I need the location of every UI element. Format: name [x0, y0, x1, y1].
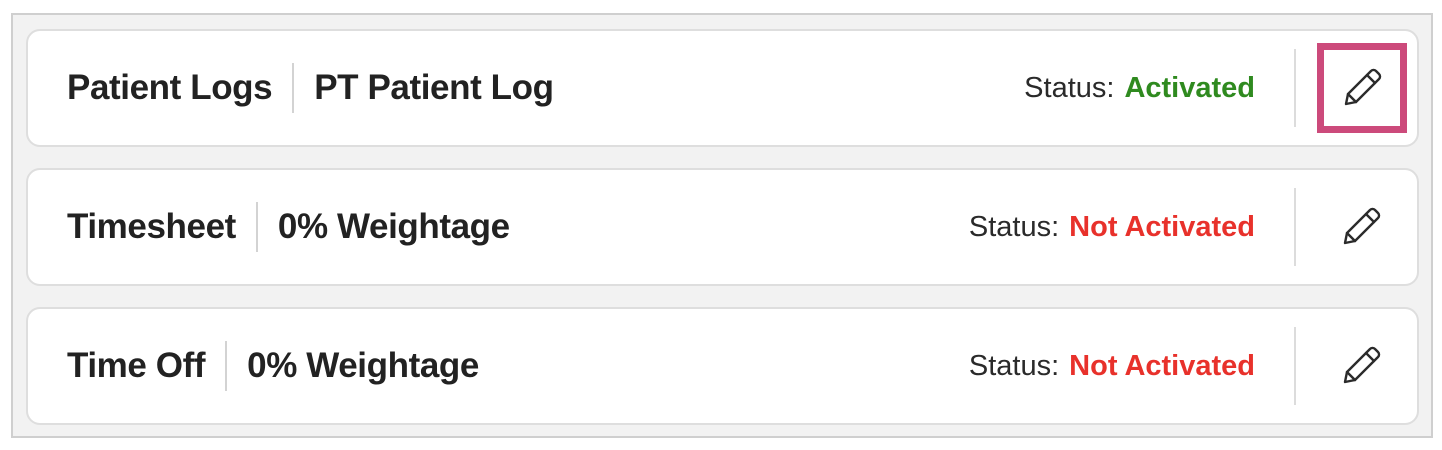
row-title: Patient Logs PT Patient Log [67, 31, 554, 145]
status-label: Status: [968, 210, 1060, 243]
status: Status: Activated [1024, 31, 1255, 145]
pencil-icon [1338, 64, 1386, 112]
pencil-icon [1337, 203, 1385, 251]
action-divider [1294, 327, 1296, 405]
edit-button[interactable] [1317, 43, 1407, 133]
list-item-time-off: Time Off 0% Weightage Status: Not Activa… [26, 307, 1419, 425]
row-detail: PT Patient Log [314, 68, 554, 107]
title-divider [255, 202, 258, 252]
list-item-timesheet: Timesheet 0% Weightage Status: Not Activ… [26, 168, 1419, 286]
status-value: Activated [1124, 71, 1255, 104]
pencil-icon [1337, 342, 1385, 390]
edit-button[interactable] [1316, 182, 1406, 272]
status-label: Status: [968, 349, 1060, 382]
title-divider [292, 63, 295, 113]
status: Status: Not Activated [969, 170, 1255, 284]
row-name: Time Off [67, 346, 206, 385]
status: Status: Not Activated [969, 309, 1255, 423]
row-name: Timesheet [67, 207, 236, 246]
row-title: Time Off 0% Weightage [67, 309, 479, 423]
row-name: Patient Logs [67, 68, 273, 107]
status-label: Status: [1024, 71, 1115, 104]
row-detail: 0% Weightage [277, 207, 510, 246]
status-value: Not Activated [1069, 210, 1255, 243]
action-divider [1294, 188, 1296, 266]
edit-button[interactable] [1316, 321, 1406, 411]
status-value: Not Activated [1069, 349, 1255, 382]
title-divider [225, 341, 228, 391]
row-title: Timesheet 0% Weightage [67, 170, 510, 284]
action-divider [1294, 49, 1296, 127]
list-item-patient-logs: Patient Logs PT Patient Log Status: Acti… [26, 29, 1419, 147]
row-detail: 0% Weightage [247, 346, 479, 385]
settings-panel: Patient Logs PT Patient Log Status: Acti… [11, 13, 1433, 438]
